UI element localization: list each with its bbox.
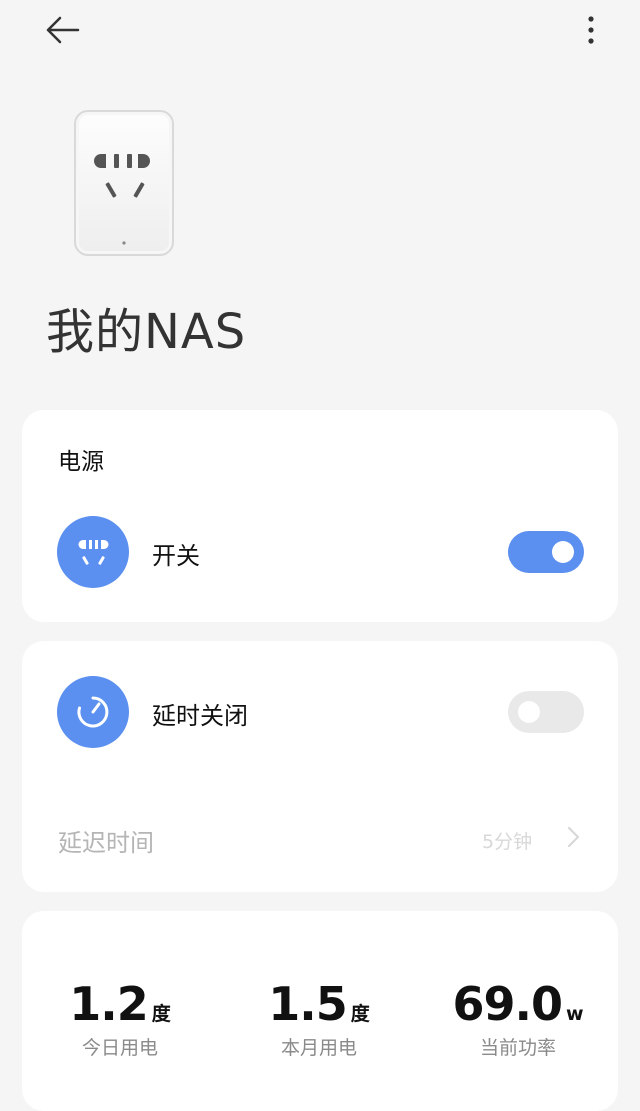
stat-label: 本月用电 [280, 1037, 357, 1059]
delay-time-label: 延迟时间 [58, 829, 154, 857]
top-bar [0, 0, 640, 64]
device-name: 我的NAS [46, 304, 247, 360]
stat-unit: 度 [151, 1003, 171, 1025]
plug-icon [57, 516, 129, 588]
timer-label: 延时关闭 [152, 702, 248, 730]
stat-today-usage: 1.2 度 今日用电 [30, 977, 210, 1060]
toggle-knob [518, 701, 540, 723]
stat-label: 今日用电 [81, 1037, 158, 1059]
toggle-knob [552, 541, 574, 563]
energy-stats-card: 1.2 度 今日用电 1.5 度 本月用电 69.0 w 当前功率 [22, 911, 618, 1111]
stat-value: 1.5 [268, 977, 347, 1031]
delay-time-value[interactable]: 5分钟 [482, 827, 532, 854]
more-vertical-icon[interactable] [574, 12, 608, 48]
stat-label: 当前功率 [479, 1037, 556, 1059]
timer-icon [57, 676, 129, 748]
stat-current-power: 69.0 w 当前功率 [428, 977, 608, 1060]
back-arrow-icon[interactable] [40, 10, 84, 50]
power-card: 电源 开关 [22, 410, 618, 622]
stat-value: 69.0 [452, 977, 562, 1031]
stat-month-usage: 1.5 度 本月用电 [229, 977, 409, 1060]
timer-toggle[interactable] [508, 691, 584, 733]
smart-plug-image [74, 110, 174, 256]
stat-unit: w [565, 1003, 584, 1025]
chevron-right-icon[interactable] [566, 825, 582, 849]
stat-unit: 度 [350, 1003, 370, 1025]
stat-value: 1.2 [69, 977, 148, 1031]
power-toggle[interactable] [508, 531, 584, 573]
power-section-title: 电源 [58, 449, 104, 475]
switch-label: 开关 [152, 542, 200, 570]
timer-card: 延时关闭 延迟时间 5分钟 [22, 641, 618, 892]
